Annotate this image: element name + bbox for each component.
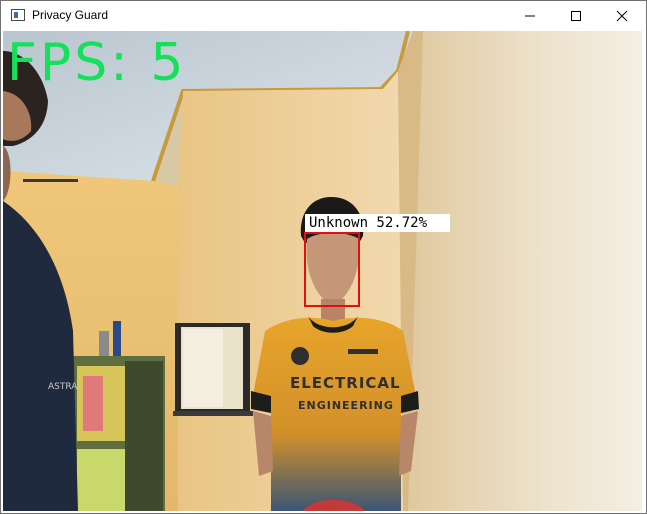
privacy-guard-window: Privacy Guard ASTRA ELECTRICAL ENGINEERI… bbox=[0, 0, 647, 514]
window-app-icon[interactable] bbox=[11, 9, 25, 21]
camera-feed: ASTRA ELECTRICAL ENGINEERING FPS: 5 Unkn… bbox=[3, 31, 642, 511]
maximize-icon bbox=[571, 11, 581, 21]
face-detection-label: Unknown 52.72% bbox=[305, 214, 450, 232]
maximize-button[interactable] bbox=[553, 1, 599, 31]
close-icon bbox=[616, 10, 628, 22]
svg-text:ENGINEERING: ENGINEERING bbox=[298, 399, 394, 412]
window-title: Privacy Guard bbox=[32, 8, 109, 22]
svg-text:ASTRA: ASTRA bbox=[48, 382, 78, 392]
minimize-button[interactable] bbox=[507, 1, 553, 31]
minimize-icon bbox=[525, 15, 535, 17]
close-button[interactable] bbox=[599, 1, 645, 31]
fps-counter: FPS: 5 bbox=[7, 33, 187, 93]
svg-text:ELECTRICAL: ELECTRICAL bbox=[290, 374, 401, 392]
face-detection-box bbox=[304, 232, 360, 307]
title-bar[interactable]: Privacy Guard bbox=[1, 1, 646, 31]
